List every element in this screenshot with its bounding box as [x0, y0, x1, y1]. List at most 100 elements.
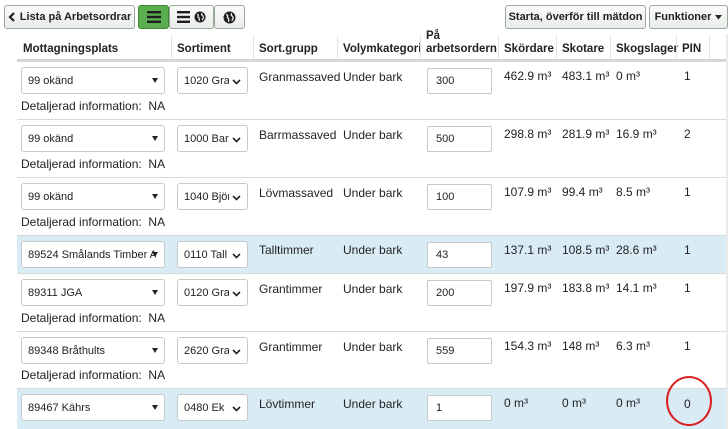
chevron-down-icon	[232, 134, 241, 146]
arbetsordern-input[interactable]: 200	[427, 280, 492, 306]
skogslager-value: 28.6 m³	[616, 243, 657, 257]
arbetsordern-input[interactable]: 43	[427, 242, 492, 268]
sortiment-select[interactable]: 1000 Barr	[177, 125, 248, 152]
skotare-value: 99.4 m³	[562, 185, 603, 199]
arbetsordern-input[interactable]: 559	[427, 338, 492, 364]
table-row: 89524 Smålands Timber AB 0110 Tall Tallt…	[17, 235, 728, 273]
volymkategori-value: Under bark	[343, 186, 403, 200]
list-icon	[146, 11, 161, 23]
column-header-mottagningsplats[interactable]: Mottagningsplats	[23, 43, 118, 56]
volymkategori-value: Under bark	[343, 340, 403, 354]
table-header: Mottagningsplats Sortiment Sort.grupp Vo…	[17, 30, 728, 61]
chevron-down-icon	[232, 192, 241, 204]
volymkategori-value: Under bark	[343, 128, 403, 142]
column-header-skordare[interactable]: Skördare	[504, 43, 554, 56]
column-header-pin[interactable]: PIN	[682, 43, 701, 56]
sortgrupp-value: Granmassaved	[259, 70, 341, 84]
caret-down-icon	[152, 78, 158, 83]
sortgrupp-value: Lövmassaved	[259, 186, 334, 200]
sortiment-select[interactable]: 2620 Gran	[177, 337, 248, 364]
back-button-label: Lista på Arbetsordrar	[19, 11, 132, 23]
column-header-skotare[interactable]: Skotare	[562, 43, 604, 56]
mottagningsplats-select[interactable]: 89467 Kährs	[21, 394, 165, 421]
volymkategori-value: Under bark	[343, 397, 403, 411]
pin-value: 1	[684, 69, 691, 83]
skordare-value: 197.9 m³	[504, 281, 552, 295]
column-header-volymkategori[interactable]: Volymkategori	[343, 43, 421, 56]
column-header-arbetsordern[interactable]: På arbetsordern	[426, 30, 497, 56]
sortiment-select[interactable]: 0110 Tall	[177, 241, 248, 268]
sortiment-select[interactable]: 0480 Ek	[177, 394, 248, 421]
arbetsordern-input[interactable]: 300	[427, 68, 492, 94]
arbetsordern-input[interactable]: 500	[427, 126, 492, 152]
detail-info: Detaljerad information: NA	[21, 99, 166, 113]
sortgrupp-value: Barrmassaved	[259, 128, 337, 142]
mottagningsplats-select[interactable]: 89311 JGA	[21, 279, 165, 306]
chevron-down-icon	[232, 250, 241, 262]
mottagningsplats-select[interactable]: 89348 Bråthults	[21, 337, 165, 364]
arbetsordern-input[interactable]: 100	[427, 184, 492, 210]
sortgrupp-value: Grantimmer	[259, 340, 323, 354]
detail-info: Detaljerad information: NA	[21, 215, 166, 229]
pin-annotation-circle	[666, 376, 712, 426]
map-view-button[interactable]	[214, 5, 245, 29]
sortiment-select[interactable]: 0120 Gran	[177, 279, 248, 306]
globe-icon	[223, 11, 236, 24]
pin-value: 1	[684, 281, 691, 295]
column-header-sortgrupp[interactable]: Sort.grupp	[259, 43, 318, 56]
start-transfer-button[interactable]: Starta, överför till mätdon	[505, 5, 646, 29]
skogslager-value: 8.5 m³	[616, 185, 651, 199]
skotare-value: 183.8 m³	[562, 281, 610, 295]
table-row: 99 okänd 1000 Barr Barrmassaved Under ba…	[17, 119, 728, 177]
globe-icon	[194, 11, 206, 23]
skogslager-value: 14.1 m³	[616, 281, 657, 295]
detail-info: Detaljerad information: NA	[21, 157, 166, 171]
sortiment-select[interactable]: 1020 Gran	[177, 67, 248, 94]
column-header-skogslager[interactable]: Skogslager	[616, 43, 678, 56]
list-icon	[177, 11, 190, 23]
volymkategori-value: Under bark	[343, 282, 403, 296]
caret-down-icon	[715, 14, 723, 20]
caret-down-icon	[152, 136, 158, 141]
mottagningsplats-select[interactable]: 99 okänd	[21, 67, 165, 94]
pin-value: 1	[684, 243, 691, 257]
sortgrupp-value: Talltimmer	[259, 243, 314, 257]
skordare-value: 298.8 m³	[504, 127, 552, 141]
column-header-arbetsordern-line1: På	[426, 30, 441, 42]
toolbar: Lista på Arbetsordrar Starta, överför ti…	[0, 0, 728, 34]
pin-value: 1	[684, 185, 691, 199]
skotare-value: 108.5 m³	[562, 243, 610, 257]
back-to-work-orders-button[interactable]: Lista på Arbetsordrar	[4, 5, 135, 29]
chevron-down-icon	[232, 288, 241, 300]
skordare-value: 462.9 m³	[504, 69, 552, 83]
mottagningsplats-select[interactable]: 99 okänd	[21, 183, 165, 210]
skotare-value: 0 m³	[562, 396, 586, 410]
sortiment-select[interactable]: 1040 Björk	[177, 183, 248, 210]
table-row: 89311 JGA 0120 Gran Grantimmer Under bar…	[17, 273, 728, 331]
skogslager-value: 6.3 m³	[616, 339, 651, 353]
chevron-down-icon	[232, 76, 241, 88]
column-header-sortiment[interactable]: Sortiment	[177, 43, 231, 56]
table-row: 99 okänd 1040 Björk Lövmassaved Under ba…	[17, 177, 728, 235]
list-view-button[interactable]	[138, 5, 169, 29]
detail-info: Detaljerad information: NA	[21, 311, 166, 325]
functions-dropdown-button[interactable]: Funktioner	[649, 5, 728, 29]
column-header-arbetsordern-line2: arbetsordern	[426, 43, 497, 55]
pin-value: 1	[684, 339, 691, 353]
sortgrupp-value: Lövtimmer	[259, 397, 316, 411]
caret-down-icon	[152, 252, 158, 257]
sortgrupp-value: Grantimmer	[259, 282, 323, 296]
volymkategori-value: Under bark	[343, 70, 403, 84]
skotare-value: 483.1 m³	[562, 69, 610, 83]
caret-down-icon	[152, 348, 158, 353]
skordare-value: 137.1 m³	[504, 243, 552, 257]
chevron-down-icon	[232, 346, 241, 358]
mottagningsplats-select[interactable]: 89524 Smålands Timber AB	[21, 241, 165, 268]
skordare-value: 0 m³	[504, 396, 528, 410]
skordare-value: 154.3 m³	[504, 339, 552, 353]
arbetsordern-input[interactable]: 1	[427, 395, 492, 421]
caret-down-icon	[152, 290, 158, 295]
mottagningsplats-select[interactable]: 99 okänd	[21, 125, 165, 152]
functions-button-label: Funktioner	[654, 11, 712, 23]
list-and-map-view-button[interactable]	[169, 5, 214, 29]
